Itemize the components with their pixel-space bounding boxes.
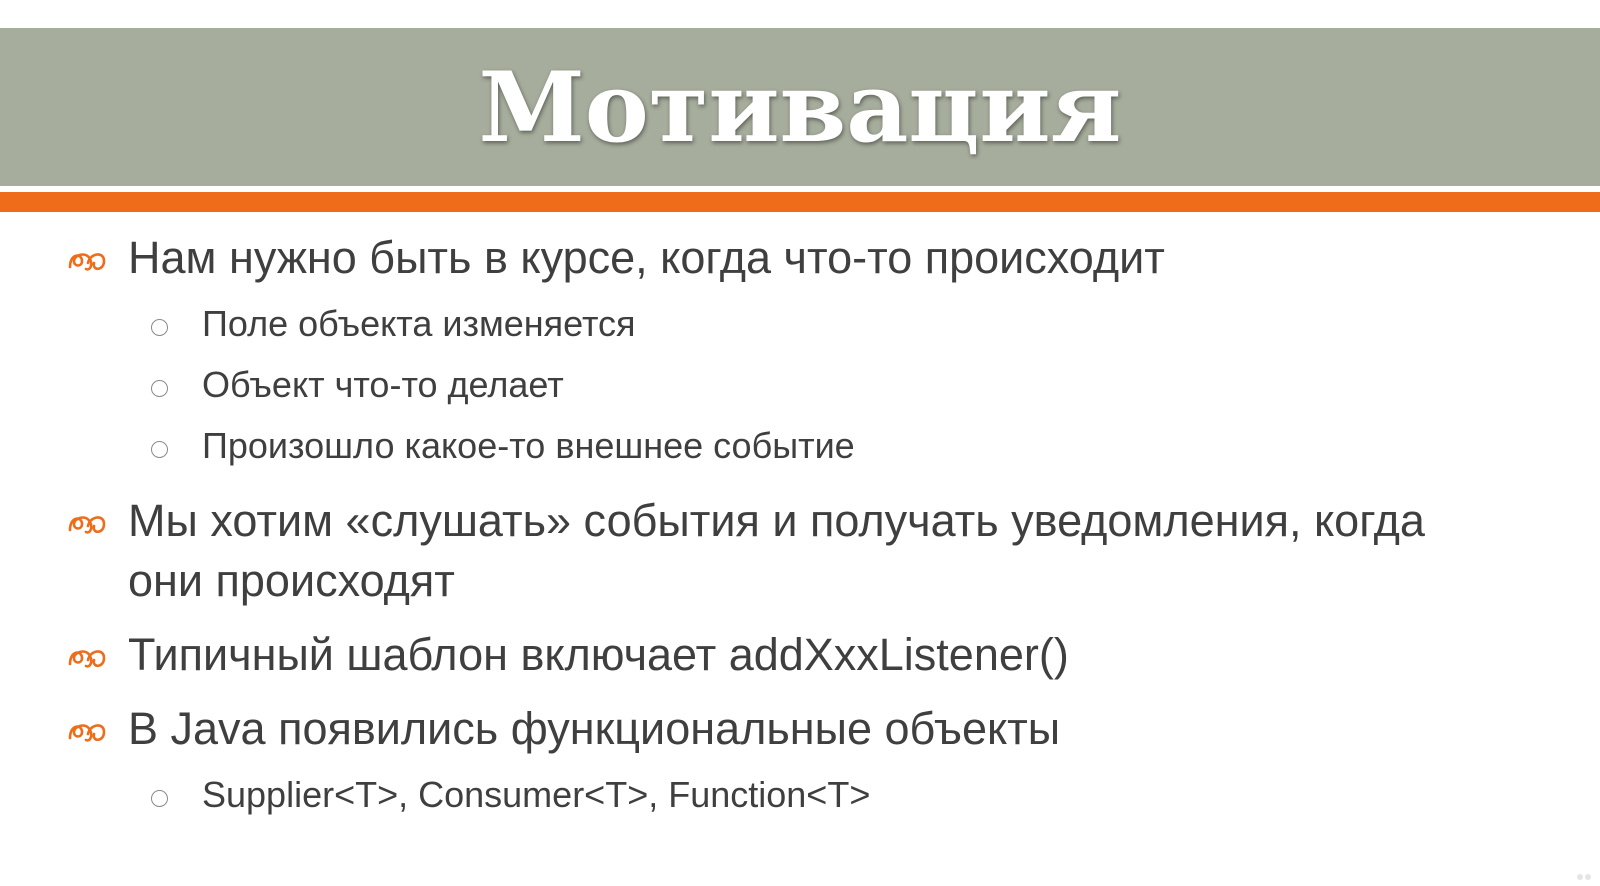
orange-swirl-bullet-icon xyxy=(68,650,106,668)
sub-bullet-text: Произошло какое-то внешнее событие xyxy=(202,425,855,466)
bullet-text: Нам нужно быть в курсе, когда что-то про… xyxy=(128,232,1165,283)
orange-swirl-bullet-icon xyxy=(68,253,106,271)
slide: Мотивация Нам нужно быть в курсе, когда … xyxy=(0,0,1600,886)
bullet-text: В Java появились функциональные объекты xyxy=(128,703,1061,754)
bullet-text: Типичный шаблон включает addXxxListener(… xyxy=(128,629,1069,680)
hollow-circle-bullet-icon xyxy=(151,319,168,336)
sub-bullet-text: Supplier<T>, Consumer<T>, Function<T> xyxy=(202,774,871,815)
hollow-circle-bullet-icon xyxy=(151,380,168,397)
orange-swirl-bullet-icon xyxy=(68,724,106,742)
hollow-circle-bullet-icon xyxy=(151,790,168,807)
corner-logo-icon xyxy=(1577,874,1591,880)
hollow-circle-bullet-icon xyxy=(151,441,168,458)
bullet-text: Мы хотим «слушать» события и получать ув… xyxy=(128,495,1425,606)
orange-swirl-bullet-icon xyxy=(68,516,106,534)
bullet-list: Нам нужно быть в курсе, когда что-то про… xyxy=(0,0,1600,886)
sub-bullet-text: Поле объекта изменяется xyxy=(202,303,636,344)
sub-bullet-text: Объект что-то делает xyxy=(202,364,564,405)
